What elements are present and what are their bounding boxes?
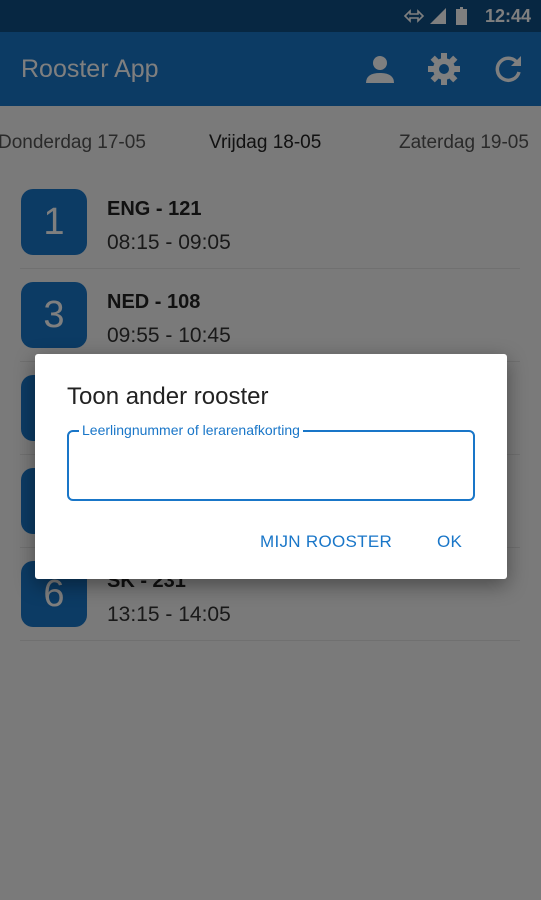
show-other-schedule-dialog: Toon ander rooster Leerlingnummer of ler… — [35, 354, 507, 579]
dialog-title: Toon ander rooster — [67, 383, 269, 410]
field-label: Leerlingnummer of lerarenafkorting — [79, 422, 303, 438]
my-schedule-button[interactable]: MIJN ROOSTER — [260, 532, 392, 552]
student-number-input[interactable] — [79, 452, 464, 482]
ok-button[interactable]: OK — [437, 532, 462, 552]
student-number-field[interactable]: Leerlingnummer of lerarenafkorting — [67, 422, 475, 501]
